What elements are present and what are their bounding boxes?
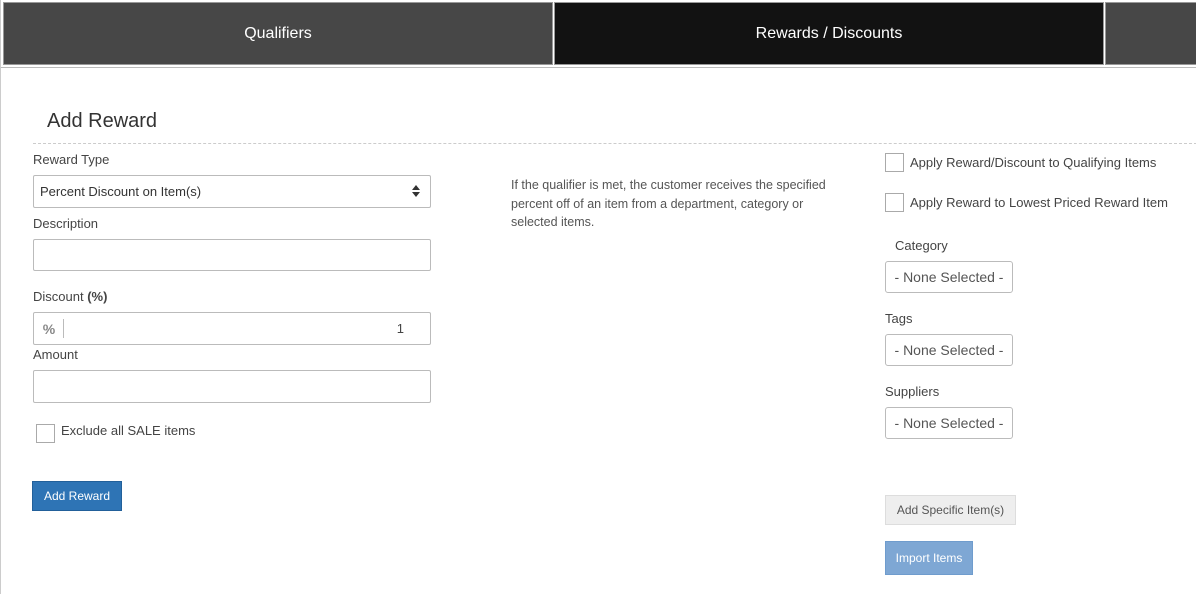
section-title: Add Reward [47, 110, 158, 132]
discount-input-group[interactable]: % 1 [33, 312, 431, 345]
reward-type-value: Percent Discount on Item(s) [40, 184, 202, 199]
exclude-sale-checkbox[interactable] [36, 424, 55, 443]
tab-rewards-discounts[interactable]: Rewards / Discounts [554, 2, 1104, 65]
discount-label-text: Discount [33, 289, 84, 304]
suppliers-label: Suppliers [885, 384, 940, 399]
category-label: Category [895, 238, 948, 253]
description-input[interactable] [33, 239, 431, 271]
tags-label: Tags [885, 311, 913, 326]
discount-unit: (%) [87, 289, 108, 304]
tab-bar: Qualifiers Rewards / Discounts [1, 0, 1196, 68]
apply-qualifying-checkbox[interactable] [885, 153, 904, 172]
reward-type-label: Reward Type [33, 152, 110, 167]
exclude-sale-label: Exclude all SALE items [61, 423, 196, 438]
suppliers-dropdown[interactable]: - None Selected - [885, 407, 1013, 439]
help-text: If the qualifier is met, the customer re… [511, 178, 826, 229]
addon-separator [63, 319, 64, 338]
tags-dropdown[interactable]: - None Selected - [885, 334, 1013, 366]
category-dropdown[interactable]: - None Selected - [885, 261, 1013, 293]
apply-lowest-checkbox[interactable] [885, 193, 904, 212]
apply-qualifying-label: Apply Reward/Discount to Qualifying Item… [910, 155, 1157, 170]
tab-qualifiers[interactable]: Qualifiers [3, 2, 553, 65]
reward-type-select[interactable]: Percent Discount on Item(s) [33, 175, 431, 208]
page: Qualifiers Rewards / Discounts Add Rewar… [0, 0, 1196, 594]
select-arrows-icon [412, 185, 420, 197]
section-divider [33, 143, 1196, 144]
discount-value: 1 [396, 321, 404, 336]
add-reward-button[interactable]: Add Reward [32, 481, 122, 511]
description-label: Description [33, 216, 99, 231]
tab-overflow[interactable] [1105, 2, 1196, 65]
apply-lowest-label: Apply Reward to Lowest Priced Reward Ite… [910, 195, 1168, 210]
discount-label: Discount (%) [33, 289, 107, 304]
amount-input[interactable] [33, 370, 431, 403]
add-specific-items-button[interactable]: Add Specific Item(s) [885, 495, 1016, 525]
amount-label: Amount [33, 347, 78, 362]
import-items-button[interactable]: Import Items [885, 541, 973, 575]
percent-icon: % [42, 320, 56, 337]
